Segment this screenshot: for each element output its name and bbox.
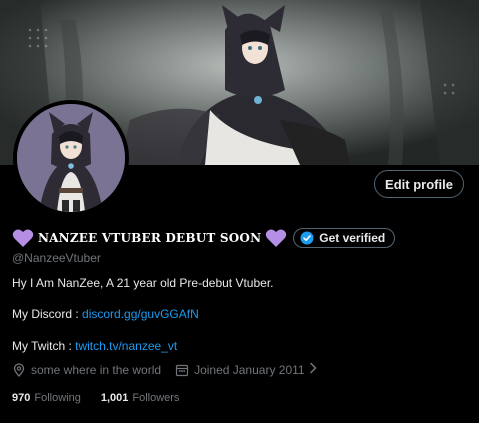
calendar-icon: [175, 363, 189, 377]
following-count: 970: [12, 392, 31, 404]
following-label: Following: [34, 392, 81, 404]
followers-link[interactable]: 1,001 Followers: [101, 392, 180, 404]
verified-badge-icon: [300, 231, 314, 245]
bio-intro: Hy I Am NanZee, A 21 year old Pre-debut …: [12, 276, 274, 290]
follow-stats: 970 Following 1,001 Followers: [12, 392, 199, 404]
avatar-artwork: [17, 104, 125, 212]
discord-link[interactable]: discord.gg/guvGGAfN: [82, 307, 199, 321]
profile-handle: @NanzeeVtuber: [12, 251, 101, 265]
display-name: NANZEE VTUBER DEBUT SOON: [38, 231, 262, 245]
discord-prefix: My Discord :: [12, 307, 83, 321]
purple-heart-icon: [265, 228, 287, 248]
followers-count: 1,001: [100, 392, 129, 404]
location-pin-icon: [12, 362, 26, 377]
followers-label: Followers: [132, 392, 180, 404]
chevron-right-icon: [309, 362, 317, 377]
location-text: some where in the world: [31, 362, 162, 377]
twitch-link[interactable]: twitch.tv/nanzee_vt: [75, 339, 177, 353]
joined-text: Joined January 2011: [194, 362, 305, 377]
profile-name-row: NANZEE VTUBER DEBUT SOON Get verified: [12, 226, 396, 250]
twitch-prefix: My Twitch :: [12, 339, 76, 353]
following-link[interactable]: 970 Following: [12, 392, 81, 404]
profile-meta: some where in the world Joined January 2…: [12, 362, 331, 377]
location-item: some where in the world: [12, 363, 161, 377]
purple-heart-icon: [12, 228, 34, 248]
bio-twitch: My Twitch : twitch.tv/nanzee_vt: [12, 339, 177, 353]
get-verified-button[interactable]: Get verified: [293, 228, 396, 248]
bio-discord: My Discord : discord.gg/guvGGAfN: [12, 307, 199, 321]
profile-avatar[interactable]: [13, 100, 129, 216]
joined-item[interactable]: Joined January 2011: [175, 362, 317, 377]
get-verified-label: Get verified: [319, 231, 386, 245]
edit-profile-button[interactable]: Edit profile: [374, 170, 464, 198]
